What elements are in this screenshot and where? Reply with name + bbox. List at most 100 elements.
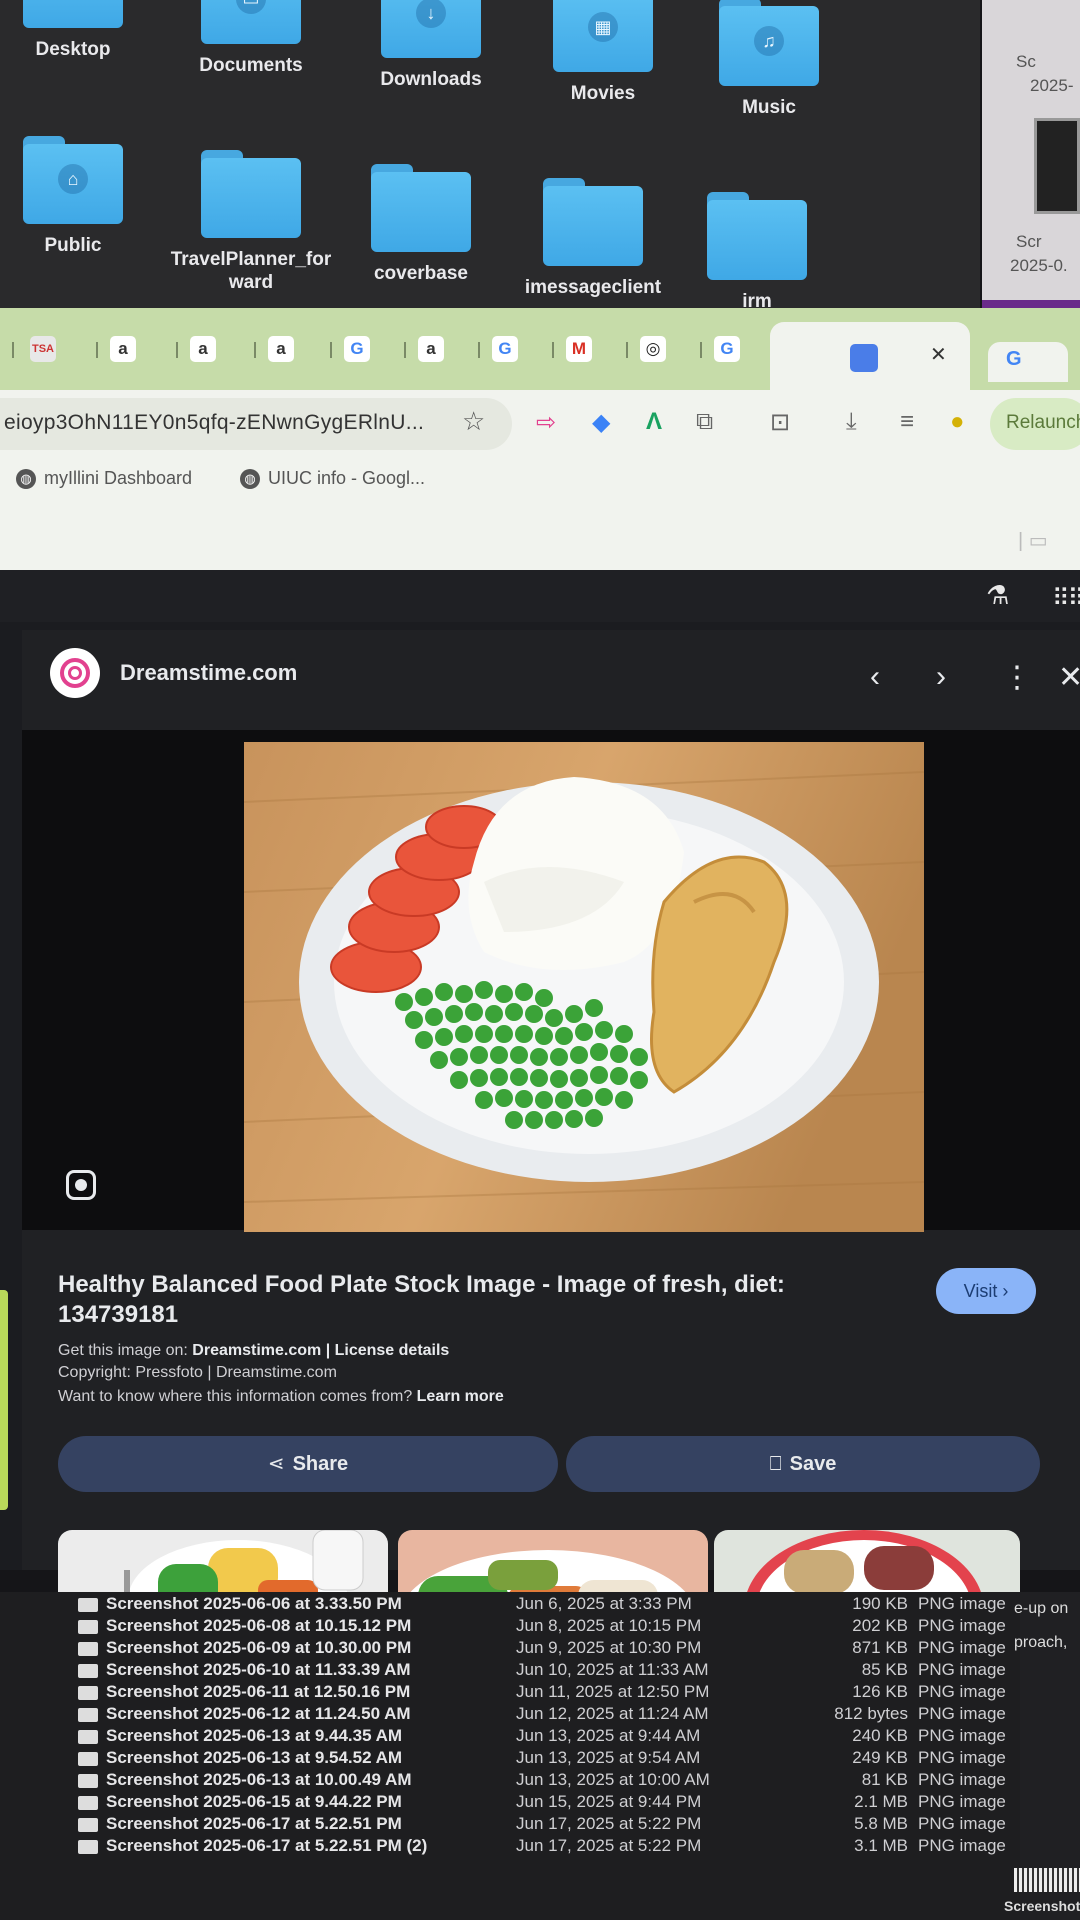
thumb-label: Sc: [1016, 52, 1036, 71]
tab-active[interactable]: ✕: [770, 322, 970, 390]
file-row[interactable]: Screenshot 2025-06-08 at 10.15.12 PM Jun …: [78, 1616, 1006, 1638]
tab-favicon-google-icon[interactable]: G: [492, 336, 518, 362]
screenshot-thumbnail[interactable]: [1034, 118, 1080, 214]
file-name: Screenshot 2025-06-11 at 12.50.16 PM: [106, 1682, 411, 1701]
tab-favicon-google-icon[interactable]: G: [988, 342, 1068, 382]
file-row[interactable]: Screenshot 2025-06-13 at 9.44.35 AM Jun 1…: [78, 1726, 1006, 1748]
folder-label: Movies: [570, 83, 636, 104]
folder-coverbase[interactable]: coverbase: [336, 164, 506, 285]
download-icon[interactable]: ⤓: [846, 408, 857, 436]
file-kind: PNG image: [918, 1726, 1006, 1745]
file-row[interactable]: Screenshot 2025-06-12 at 11.24.50 AM Jun …: [78, 1704, 1006, 1726]
folder-icon: [23, 0, 123, 28]
next-image-icon[interactable]: ›: [936, 660, 946, 694]
share-button[interactable]: ⋖ Share: [58, 1436, 558, 1492]
apps-grid-icon[interactable]: ⠿⠿: [1052, 584, 1080, 613]
info-source-line: Want to know where this information come…: [58, 1388, 504, 1405]
visit-button[interactable]: Visit ›: [936, 1268, 1036, 1314]
window-edge-green: [0, 1290, 8, 1510]
file-row[interactable]: Screenshot 2025-06-09 at 10.30.00 PM Jun …: [78, 1638, 1006, 1660]
file-date: Jun 10, 2025 at 11:33 AM: [516, 1660, 709, 1679]
more-options-icon[interactable]: ⋮: [1002, 660, 1032, 695]
image-title[interactable]: Healthy Balanced Food Plate Stock Image …: [58, 1270, 878, 1330]
google-lens-icon[interactable]: [66, 1170, 96, 1200]
tab-favicon-google-icon[interactable]: G: [344, 336, 370, 362]
share-icon: ⋖: [267, 1453, 285, 1475]
tab-favicon-gmail-icon[interactable]: M: [566, 336, 592, 362]
file-size: 812 bytes: [834, 1704, 908, 1723]
folder-label: Downloads: [380, 69, 482, 90]
finder-window: Desktop ▭ Documents ↓ Downloads ▦ Movies…: [0, 0, 980, 330]
public-icon: ⌂: [58, 164, 88, 194]
folder-irm[interactable]: irm: [672, 192, 842, 313]
folder-travelplanner[interactable]: TravelPlanner_for ward: [166, 150, 336, 294]
file-row[interactable]: Screenshot 2025-06-11 at 12.50.16 PM Jun …: [78, 1682, 1006, 1704]
file-name: Screenshot 2025-06-12 at 11.24.50 AM: [106, 1704, 411, 1723]
extension-a-icon[interactable]: Λ: [646, 408, 662, 436]
close-tab-icon[interactable]: ✕: [930, 342, 947, 367]
file-size: 202 KB: [852, 1616, 908, 1635]
folder-icon: ▭: [201, 0, 301, 44]
bookmark-star-icon[interactable]: ☆: [462, 406, 485, 437]
desktop-photo: { "finder": { "folders_row1": ["Desktop"…: [0, 0, 1080, 1920]
file-kind: PNG image: [918, 1616, 1006, 1635]
close-icon[interactable]: ✕: [1058, 660, 1080, 695]
bookmarks-bar-tail: | ▭: [0, 508, 1080, 570]
save-button[interactable]: ⎕ Save: [566, 1436, 1040, 1492]
file-row[interactable]: Screenshot 2025-06-13 at 9.54.52 AM Jun 1…: [78, 1748, 1006, 1770]
bookmark-myillini[interactable]: ◍ myIllini Dashboard: [16, 468, 192, 490]
file-row[interactable]: Screenshot 2025-06-17 at 5.22.51 PM Jun 1…: [78, 1814, 1006, 1836]
tab-favicon-tsa[interactable]: TSA: [30, 336, 56, 362]
tab-favicon-amazon-icon[interactable]: a: [268, 336, 294, 362]
file-row[interactable]: Screenshot 2025-06-10 at 11.33.39 AM Jun …: [78, 1660, 1006, 1682]
folder-public[interactable]: ⌂ Public: [0, 136, 158, 257]
file-thumbnail-icon: [78, 1839, 98, 1854]
file-date: Jun 15, 2025 at 9:44 PM: [516, 1792, 702, 1811]
license-links[interactable]: Dreamstime.com | License details: [192, 1342, 449, 1359]
file-row[interactable]: Screenshot 2025-06-15 at 9.44.22 PM Jun 1…: [78, 1792, 1006, 1814]
bookmark-uiuc-info[interactable]: ◍ UIUC info - Googl...: [240, 468, 425, 490]
extension-diamond-icon[interactable]: ◆: [592, 408, 610, 437]
previous-image-icon[interactable]: ‹: [870, 660, 880, 694]
folder-desktop[interactable]: Desktop: [0, 0, 158, 61]
file-row[interactable]: Screenshot 2025-06-06 at 3.33.50 PM Jun 6…: [78, 1594, 1006, 1616]
learn-more-link[interactable]: Learn more: [417, 1388, 504, 1405]
file-thumbnail-icon: [78, 1597, 98, 1612]
file-size: 126 KB: [852, 1682, 908, 1701]
tab-favicon-amazon-icon[interactable]: a: [418, 336, 444, 362]
file-row[interactable]: Screenshot 2025-06-17 at 5.22.51 PM (2) J…: [78, 1836, 1006, 1858]
reading-list-icon[interactable]: ≡: [900, 408, 914, 436]
food-plate-image[interactable]: [244, 742, 924, 1232]
file-size: 5.8 MB: [854, 1814, 908, 1833]
tab-search-icon[interactable]: ⊡: [770, 408, 790, 437]
file-date: Jun 13, 2025 at 9:44 AM: [516, 1726, 701, 1745]
tab-favicon-github-icon[interactable]: ◎: [640, 336, 666, 362]
folder-imessageclient[interactable]: imessageclient: [508, 178, 678, 299]
folder-icon: ⌂: [23, 136, 123, 224]
folder-music[interactable]: ♫ Music: [684, 0, 854, 119]
extensions-puzzle-icon[interactable]: ⧉: [696, 408, 713, 436]
screenshot-label: Screenshot: [1004, 1898, 1080, 1914]
folder-icon: [371, 164, 471, 252]
file-size: 190 KB: [852, 1594, 908, 1613]
file-kind: PNG image: [918, 1682, 1006, 1701]
file-thumbnail-icon: [78, 1685, 98, 1700]
profile-avatar-icon[interactable]: ●: [950, 408, 965, 436]
file-row[interactable]: Screenshot 2025-06-13 at 10.00.49 AM Jun …: [78, 1770, 1006, 1792]
folder-downloads[interactable]: ↓ Downloads: [346, 0, 516, 91]
folder-icon: ↓: [381, 0, 481, 58]
tab-favicon-amazon-icon[interactable]: a: [190, 336, 216, 362]
music-note-icon: ♫: [754, 26, 784, 56]
folder-documents[interactable]: ▭ Documents: [166, 0, 336, 77]
tab-favicon-amazon-icon[interactable]: a: [110, 336, 136, 362]
labs-flask-icon[interactable]: ⚗: [986, 580, 1009, 611]
extension-arrow-icon[interactable]: ⇨: [536, 408, 556, 437]
file-thumbnail-icon: [78, 1663, 98, 1678]
side-pane-text: e-up on proach,: [1014, 1600, 1069, 1651]
relaunch-button[interactable]: Relaunch: [990, 398, 1080, 450]
source-name[interactable]: Dreamstime.com: [120, 660, 297, 686]
address-bar[interactable]: eioyp3OhN11EY0n5qfq-zENwnGygERlnU... ☆: [0, 398, 512, 450]
tab-favicon-google-icon[interactable]: G: [714, 336, 740, 362]
image-viewer-page: ⚗ ⠿⠿ Dreamstime.com ‹ › ⋮ ✕ Healthy Bala…: [0, 570, 1080, 1620]
folder-movies[interactable]: ▦ Movies: [518, 0, 688, 105]
